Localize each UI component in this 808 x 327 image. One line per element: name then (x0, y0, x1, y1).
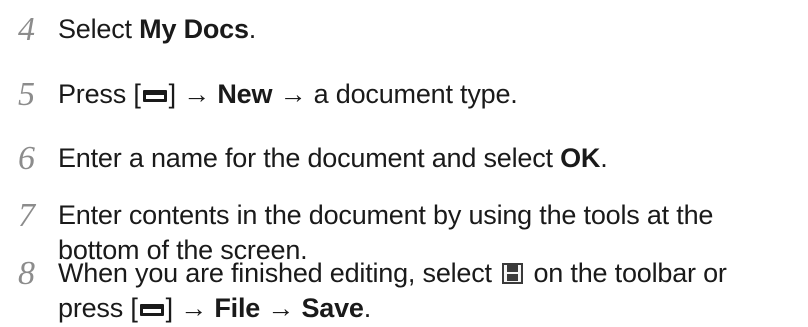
step-4: 4 Select My Docs. (0, 12, 808, 47)
step-number: 8 (18, 255, 35, 292)
step-8: 8 When you are finished editing, select … (0, 256, 808, 326)
menu-key-icon (139, 304, 164, 316)
step-text: → a document type. (272, 79, 518, 109)
step-text: . (248, 14, 257, 44)
step-text: ] → (165, 293, 215, 323)
step-text: ] → (168, 79, 218, 109)
step-number: 6 (18, 140, 35, 177)
step-text: → (260, 293, 302, 323)
step-6: 6 Enter a name for the document and sele… (0, 141, 808, 176)
step-text: Enter contents in the document by using … (58, 200, 714, 230)
menu-key-icon (142, 90, 167, 102)
step-text: . (363, 293, 372, 323)
step-bold-text: New (217, 79, 273, 109)
step-number: 7 (18, 197, 35, 234)
step-text: Press [ (58, 79, 141, 109)
step-bold-text: Save (301, 293, 364, 323)
step-text: When you are finished editing, select (58, 258, 500, 288)
step-text: Enter a name for the document and select (58, 143, 561, 173)
step-text: on the toolbar or (526, 258, 727, 288)
step-text: press [ (58, 293, 138, 323)
step-bold-text: OK (560, 143, 601, 173)
step-bold-text: My Docs (139, 14, 249, 44)
step-text: Select (58, 14, 140, 44)
step-text: . (600, 143, 608, 173)
step-number: 5 (18, 76, 35, 113)
step-bold-text: File (214, 293, 261, 323)
step-5: 5 Press [ ] → New → a document type. (0, 77, 808, 112)
step-number: 4 (18, 11, 35, 48)
save-icon (502, 263, 524, 284)
